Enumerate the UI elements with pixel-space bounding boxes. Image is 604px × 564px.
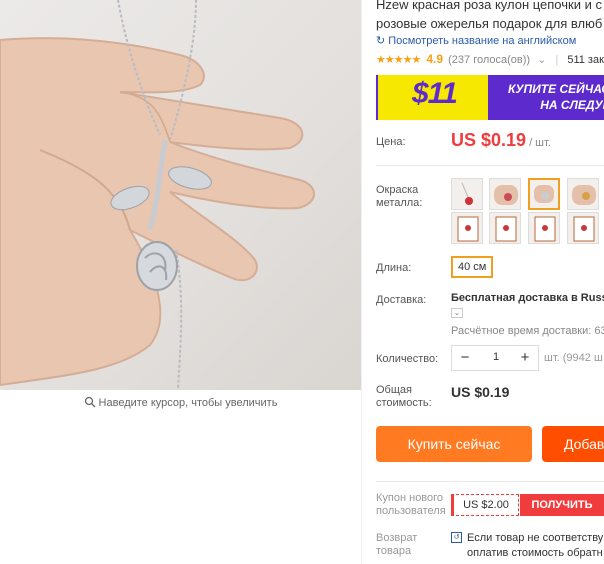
swatch-image xyxy=(495,216,517,242)
product-page: Наведите курсор, чтобы увеличить Hzew кр… xyxy=(0,0,604,564)
shipping-label: Доставка: xyxy=(376,294,427,306)
color-swatch-1[interactable] xyxy=(451,178,483,210)
color-swatch-4[interactable] xyxy=(567,178,599,210)
zoom-hint: Наведите курсор, чтобы увеличить xyxy=(0,396,361,409)
return-policy-line1: Если товар не соответству xyxy=(467,532,604,544)
rating-separator: | xyxy=(555,54,559,66)
add-to-cart-button[interactable]: Добав xyxy=(542,426,604,462)
color-swatch-8[interactable] xyxy=(567,212,599,244)
swatch-image xyxy=(457,216,479,242)
promo-text: КУПИТЕ СЕЙЧАС НА СЛЕДУК xyxy=(492,81,604,113)
swatch-image xyxy=(572,185,596,205)
quantity-decrease-button[interactable]: − xyxy=(455,349,475,366)
returns-label-line1: Возврат xyxy=(376,532,418,544)
total-label: Общая стоимость: xyxy=(376,384,432,410)
product-title-line1: Hzew красная роза кулон цепочки и с xyxy=(376,0,602,12)
stock-note: шт. (9942 ш xyxy=(544,352,603,364)
color-label-line1: Окраска xyxy=(376,184,419,196)
magnifier-icon xyxy=(84,396,95,408)
quantity-stepper: − 1 + xyxy=(451,345,539,371)
get-coupon-button[interactable]: ПОЛУЧИТЬ xyxy=(520,494,604,516)
color-swatch-2[interactable] xyxy=(489,178,521,210)
color-label-line2: металла: xyxy=(376,197,423,209)
return-policy-line2: оплатив стоимость обратн xyxy=(467,547,603,559)
coupon-label-line2: пользователя xyxy=(376,505,446,517)
total-price: US $0.19 xyxy=(451,384,510,400)
votes-link[interactable]: (237 голоса(ов)) xyxy=(448,54,530,66)
buy-now-button[interactable]: Купить сейчас xyxy=(376,426,532,462)
quantity-input[interactable]: 1 xyxy=(480,351,512,363)
section-divider xyxy=(376,481,604,482)
color-label: Окраска металла: xyxy=(376,184,422,210)
color-swatch-3-selected[interactable] xyxy=(528,178,560,210)
quantity-increase-button[interactable]: + xyxy=(515,349,535,366)
delivery-time: Расчётное время доставки: 63 xyxy=(451,325,604,337)
price-label: Цена: xyxy=(376,136,406,148)
swatch-image xyxy=(573,216,595,242)
coupon-label: Купон нового пользователя xyxy=(376,492,446,518)
rating-value: 4.9 xyxy=(426,52,444,66)
return-policy-icon: ↺ xyxy=(451,532,462,543)
price-value: US $0.19 xyxy=(451,130,527,150)
shipping-method-text: Бесплатная доставка в Russi xyxy=(451,292,604,304)
star-rating-icons: ★★★★★ xyxy=(376,54,421,66)
orders-count: 511 зак xyxy=(567,54,604,66)
zoom-hint-text: Наведите курсор, чтобы увеличить xyxy=(98,397,278,409)
translate-icon: ↻ xyxy=(376,35,386,47)
color-swatch-5[interactable] xyxy=(451,212,483,244)
translate-link-text: Посмотреть название на английском xyxy=(388,35,577,47)
promo-amount: $11 xyxy=(412,77,458,110)
return-policy-text: Если товар не соответству оплатив стоимо… xyxy=(467,531,603,561)
quantity-label: Количество: xyxy=(376,353,439,365)
color-swatch-6[interactable] xyxy=(489,212,521,244)
promo-text-line1: КУПИТЕ СЕЙЧАС xyxy=(508,82,604,96)
length-label: Длина: xyxy=(376,262,412,274)
swatch-image xyxy=(461,182,473,205)
price: US $0.19/ шт. xyxy=(451,130,551,151)
hand-with-necklace-photo xyxy=(0,0,315,390)
product-title-line2: розовые ожерелья подарок для влюб xyxy=(376,16,603,31)
total-label-line2: стоимость: xyxy=(376,397,432,409)
section-divider xyxy=(376,165,604,166)
rating-row: ★★★★★ 4.9 (237 голоса(ов)) ⌄ | 511 зак xyxy=(376,52,604,66)
returns-label: Возврат товара xyxy=(376,532,417,558)
promo-banner[interactable]: $11 КУПИТЕ СЕЙЧАС НА СЛЕДУК xyxy=(376,75,604,120)
swatch-image xyxy=(534,185,554,203)
product-title: Hzew красная роза кулон цепочки и с розо… xyxy=(376,0,604,33)
price-unit: / шт. xyxy=(529,137,551,149)
coupon-label-line1: Купон нового xyxy=(376,492,444,504)
returns-label-line2: товара xyxy=(376,545,412,557)
translate-title-link[interactable]: ↻ Посмотреть название на английском xyxy=(376,34,576,47)
color-swatch-7[interactable] xyxy=(528,212,560,244)
promo-amount-box: $11 xyxy=(378,75,488,120)
shipping-dropdown-icon[interactable]: ⌄ xyxy=(451,308,463,318)
product-image[interactable] xyxy=(0,0,361,390)
shipping-method: Бесплатная доставка в Russi xyxy=(451,292,604,304)
total-label-line1: Общая xyxy=(376,384,412,396)
coupon-amount: US $2.00 xyxy=(451,494,519,516)
chevron-down-icon[interactable]: ⌄ xyxy=(537,54,546,66)
length-option-selected[interactable]: 40 см xyxy=(451,256,494,278)
promo-text-line2: НА СЛЕДУК xyxy=(540,98,604,112)
swatch-image xyxy=(494,185,518,205)
column-divider xyxy=(361,0,362,564)
swatch-image xyxy=(534,216,556,242)
